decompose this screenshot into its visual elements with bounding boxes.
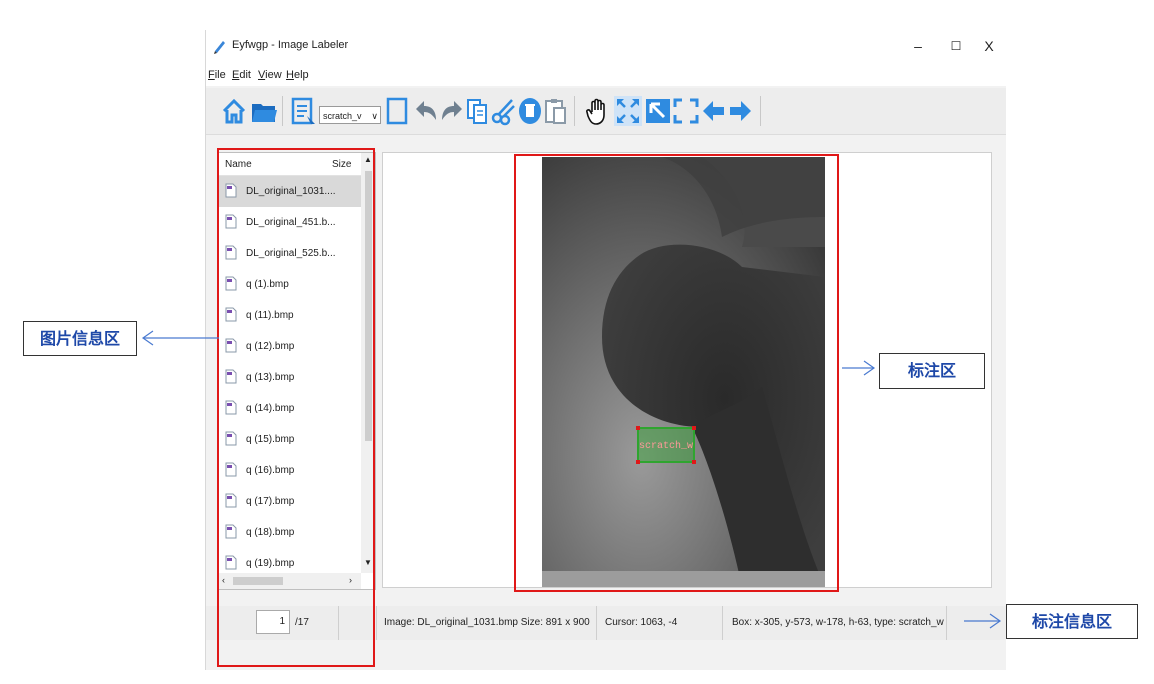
paste-icon[interactable]: [542, 96, 570, 126]
file-info-area-highlight: [217, 148, 375, 667]
open-folder-icon[interactable]: [250, 96, 278, 126]
cursor-position: Cursor: 1063, -4: [605, 617, 678, 628]
label-info-area-arrow: [964, 613, 1002, 629]
menu-help[interactable]: Help: [286, 69, 309, 81]
close-button[interactable]: X: [975, 36, 1003, 56]
label-area-arrow: [842, 360, 876, 376]
chevron-down-icon: ∨: [371, 111, 378, 121]
label-type-select[interactable]: scratch_v ∨: [319, 106, 381, 124]
minimize-button[interactable]: –: [904, 36, 932, 56]
copy-icon[interactable]: [464, 96, 492, 126]
pencil-app-icon: [214, 41, 225, 54]
menu-file[interactable]: File: [208, 69, 226, 81]
image-info: Image: DL_original_1031.bmp Size: 891 x …: [384, 617, 590, 628]
open-list-icon[interactable]: [289, 96, 317, 126]
file-info-area-arrow: [141, 330, 219, 346]
menu-edit[interactable]: Edit: [232, 69, 251, 81]
cut-icon[interactable]: [490, 96, 518, 126]
label-type-value: scratch_v: [323, 111, 362, 121]
status-separator: [376, 606, 377, 640]
label-area-highlight: [514, 154, 839, 592]
undo-icon[interactable]: [412, 96, 440, 126]
title-bar: Eyfwgp - Image Labeler – ☐ X: [206, 30, 1006, 64]
menu-view-rest: iew: [265, 69, 282, 81]
status-separator: [722, 606, 723, 640]
maximize-button[interactable]: ☐: [942, 36, 970, 56]
menu-help-key: H: [286, 69, 294, 81]
menu-view[interactable]: View: [258, 69, 282, 81]
select-arrow-icon[interactable]: [644, 96, 672, 126]
file-info-area-callout: 图片信息区: [23, 321, 137, 356]
fullscreen-icon[interactable]: [672, 96, 700, 126]
toolbar-separator: [760, 96, 761, 126]
next-icon[interactable]: [726, 96, 754, 126]
previous-icon[interactable]: [700, 96, 728, 126]
toolbar-separator: [574, 96, 575, 126]
window-title: Eyfwgp - Image Labeler: [232, 39, 349, 51]
menu-help-rest: elp: [293, 69, 309, 81]
pan-hand-icon[interactable]: [584, 96, 612, 126]
home-icon[interactable]: [220, 96, 248, 126]
menu-file-key: F: [208, 69, 215, 81]
label-info-area-callout: 标注信息区: [1006, 604, 1138, 639]
box-info: Box: x-305, y-573, w-178, h-63, type: sc…: [732, 617, 944, 628]
rectangle-icon[interactable]: [384, 96, 412, 126]
menu-edit-rest: dit: [239, 69, 251, 81]
label-area-callout: 标注区: [879, 353, 985, 389]
toolbar: scratch_v ∨: [206, 88, 1006, 135]
status-separator: [596, 606, 597, 640]
delete-icon[interactable]: [516, 96, 544, 126]
toolbar-separator: [282, 96, 283, 126]
menu-file-rest: ile: [214, 69, 226, 81]
redo-icon[interactable]: [438, 96, 466, 126]
status-separator: [946, 606, 947, 640]
menu-bar: File Edit View Help: [206, 64, 1006, 86]
fit-window-icon[interactable]: [614, 96, 642, 126]
